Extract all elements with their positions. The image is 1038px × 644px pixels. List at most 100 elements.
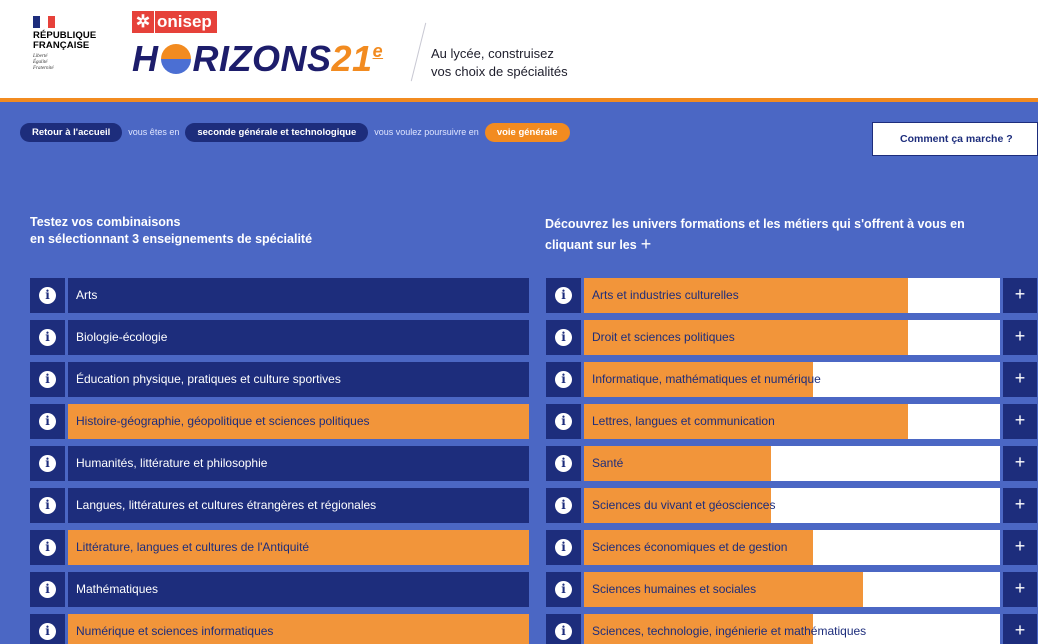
info-icon: i (39, 413, 56, 430)
specialty-row[interactable]: i Mathématiques (30, 572, 529, 607)
you-want-label: vous voulez poursuivre en (374, 127, 479, 137)
info-icon: i (555, 413, 572, 430)
info-button[interactable]: i (30, 404, 65, 439)
expand-plus-button[interactable]: + (1003, 446, 1037, 481)
expand-plus-button[interactable]: + (1003, 614, 1037, 644)
info-icon: i (39, 329, 56, 346)
onisep-star-icon: ✲ (132, 11, 154, 33)
specialty-row[interactable]: i Numérique et sciences informatiques (30, 614, 529, 644)
specialty-row[interactable]: i Arts (30, 278, 529, 313)
domain-label: Arts et industries culturelles (592, 288, 739, 302)
expand-plus-button[interactable]: + (1003, 530, 1037, 565)
left-heading: Testez vos combinaisons en sélectionnant… (30, 215, 313, 246)
navigation-bar: Retour à l'accueil vous êtes en seconde … (20, 122, 570, 142)
tagline: Au lycée, construisez vos choix de spéci… (431, 46, 568, 79)
specialty-row[interactable]: i Langues, littératures et cultures étran… (30, 488, 529, 523)
domain-match-bar: Sciences du vivant et géosciences (584, 488, 1000, 523)
back-home-button[interactable]: Retour à l'accueil (20, 122, 123, 142)
header-divider (410, 22, 427, 82)
target-path-button[interactable]: voie générale (484, 122, 570, 142)
info-button[interactable]: i (546, 446, 581, 481)
specialty-label[interactable]: Histoire-géographie, géopolitique et sci… (68, 404, 529, 439)
info-button[interactable]: i (30, 530, 65, 565)
info-button[interactable]: i (546, 572, 581, 607)
info-button[interactable]: i (546, 614, 581, 644)
domain-match-bar: Santé (584, 446, 1000, 481)
onisep-wordmark: onisep (155, 11, 217, 33)
rf-motto: Liberté Égalité Fraternité (33, 54, 54, 71)
domain-row: i Sciences du vivant et géosciences + (546, 488, 1038, 523)
specialty-label[interactable]: Mathématiques (68, 572, 529, 607)
domain-label: Sciences, technologie, ingénierie et mat… (592, 624, 867, 638)
domain-match-bar: Sciences, technologie, ingénierie et mat… (584, 614, 1000, 644)
info-icon: i (555, 455, 572, 472)
info-button[interactable]: i (30, 278, 65, 313)
info-button[interactable]: i (30, 446, 65, 481)
info-icon: i (555, 497, 572, 514)
info-icon: i (39, 497, 56, 514)
specialty-label[interactable]: Éducation physique, pratiques et culture… (68, 362, 529, 397)
current-level-button[interactable]: seconde générale et technologique (185, 122, 369, 142)
domain-match-bar: Droit et sciences politiques (584, 320, 1000, 355)
info-icon: i (39, 455, 56, 472)
expand-plus-button[interactable]: + (1003, 362, 1037, 397)
info-button[interactable]: i (30, 614, 65, 644)
info-button[interactable]: i (546, 488, 581, 523)
specialty-label[interactable]: Langues, littératures et cultures étrang… (68, 488, 529, 523)
domain-row: i Sciences humaines et sociales + (546, 572, 1038, 607)
onisep-logo[interactable]: ✲ onisep (132, 11, 217, 33)
specialty-row[interactable]: i Biologie-écologie (30, 320, 529, 355)
expand-plus-button[interactable]: + (1003, 572, 1037, 607)
expand-plus-button[interactable]: + (1003, 404, 1037, 439)
info-button[interactable]: i (546, 278, 581, 313)
specialty-row[interactable]: i Humanités, littérature et philosophie (30, 446, 529, 481)
info-button[interactable]: i (546, 320, 581, 355)
domain-match-bar: Informatique, mathématiques et numérique (584, 362, 1000, 397)
expand-plus-button[interactable]: + (1003, 320, 1037, 355)
how-it-works-button[interactable]: Comment ça marche ? (872, 122, 1038, 156)
domain-match-bar: Sciences humaines et sociales (584, 572, 1000, 607)
info-button[interactable]: i (30, 488, 65, 523)
specialty-label[interactable]: Arts (68, 278, 529, 313)
info-icon: i (555, 623, 572, 640)
horizon-circle-icon (160, 44, 191, 74)
domain-row: i Informatique, mathématiques et numériqu… (546, 362, 1038, 397)
domain-row: i Lettres, langues et communication + (546, 404, 1038, 439)
domain-row: i Sciences, technologie, ingénierie et ma… (546, 614, 1038, 644)
info-button[interactable]: i (30, 320, 65, 355)
you-are-in-label: vous êtes en (128, 127, 180, 137)
horizons21-logo[interactable]: H RIZONS 21 e (132, 38, 383, 80)
info-button[interactable]: i (546, 530, 581, 565)
site-header: RÉPUBLIQUE FRANÇAISE Liberté Égalité Fra… (0, 0, 1038, 102)
info-icon: i (555, 539, 572, 556)
french-flag-icon (33, 16, 55, 28)
republique-francaise-logo[interactable]: RÉPUBLIQUE FRANÇAISE Liberté Égalité Fra… (33, 16, 113, 72)
expand-plus-button[interactable]: + (1003, 278, 1037, 313)
rf-title: RÉPUBLIQUE FRANÇAISE (33, 30, 97, 51)
info-icon: i (555, 371, 572, 388)
info-icon: i (555, 581, 572, 598)
specialty-row[interactable]: i Éducation physique, pratiques et cultur… (30, 362, 529, 397)
info-icon: i (555, 329, 572, 346)
domain-match-bar: Lettres, langues et communication (584, 404, 1000, 439)
specialty-label[interactable]: Littérature, langues et cultures de l'An… (68, 530, 529, 565)
specialty-row[interactable]: i Histoire-géographie, géopolitique et sc… (30, 404, 529, 439)
domain-label: Droit et sciences politiques (592, 330, 735, 344)
info-button[interactable]: i (546, 362, 581, 397)
info-icon: i (39, 581, 56, 598)
specialty-row[interactable]: i Littérature, langues et cultures de l'A… (30, 530, 529, 565)
expand-plus-button[interactable]: + (1003, 488, 1037, 523)
domain-row: i Droit et sciences politiques + (546, 320, 1038, 355)
domain-label: Informatique, mathématiques et numérique (592, 372, 821, 386)
domain-label: Lettres, langues et communication (592, 414, 775, 428)
specialty-label[interactable]: Humanités, littérature et philosophie (68, 446, 529, 481)
info-button[interactable]: i (30, 572, 65, 607)
domain-label: Sciences humaines et sociales (592, 582, 757, 596)
info-button[interactable]: i (546, 404, 581, 439)
specialty-label[interactable]: Biologie-écologie (68, 320, 529, 355)
info-icon: i (39, 287, 56, 304)
info-button[interactable]: i (30, 362, 65, 397)
domain-label: Sciences du vivant et géosciences (592, 498, 776, 512)
domain-match-bar: Sciences économiques et de gestion (584, 530, 1000, 565)
specialty-label[interactable]: Numérique et sciences informatiques (68, 614, 529, 644)
